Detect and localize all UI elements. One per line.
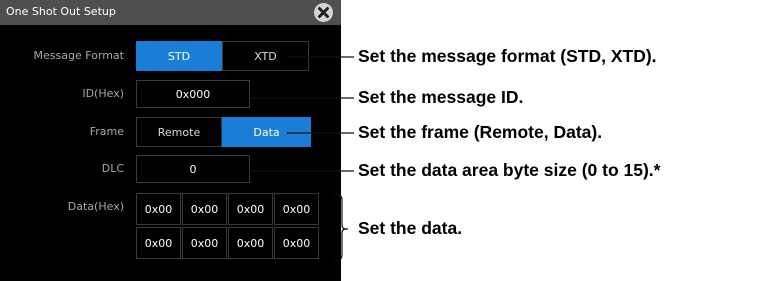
callout-data: Set the data. [358,218,463,238]
callout-message-id: Set the message ID. [358,87,524,107]
callout-frame: Set the frame (Remote, Data). [358,122,603,142]
callout-message-format: Set the message format (STD, XTD). [358,46,657,66]
callout-dlc: Set the data area byte size (0 to 15).* [358,160,661,180]
